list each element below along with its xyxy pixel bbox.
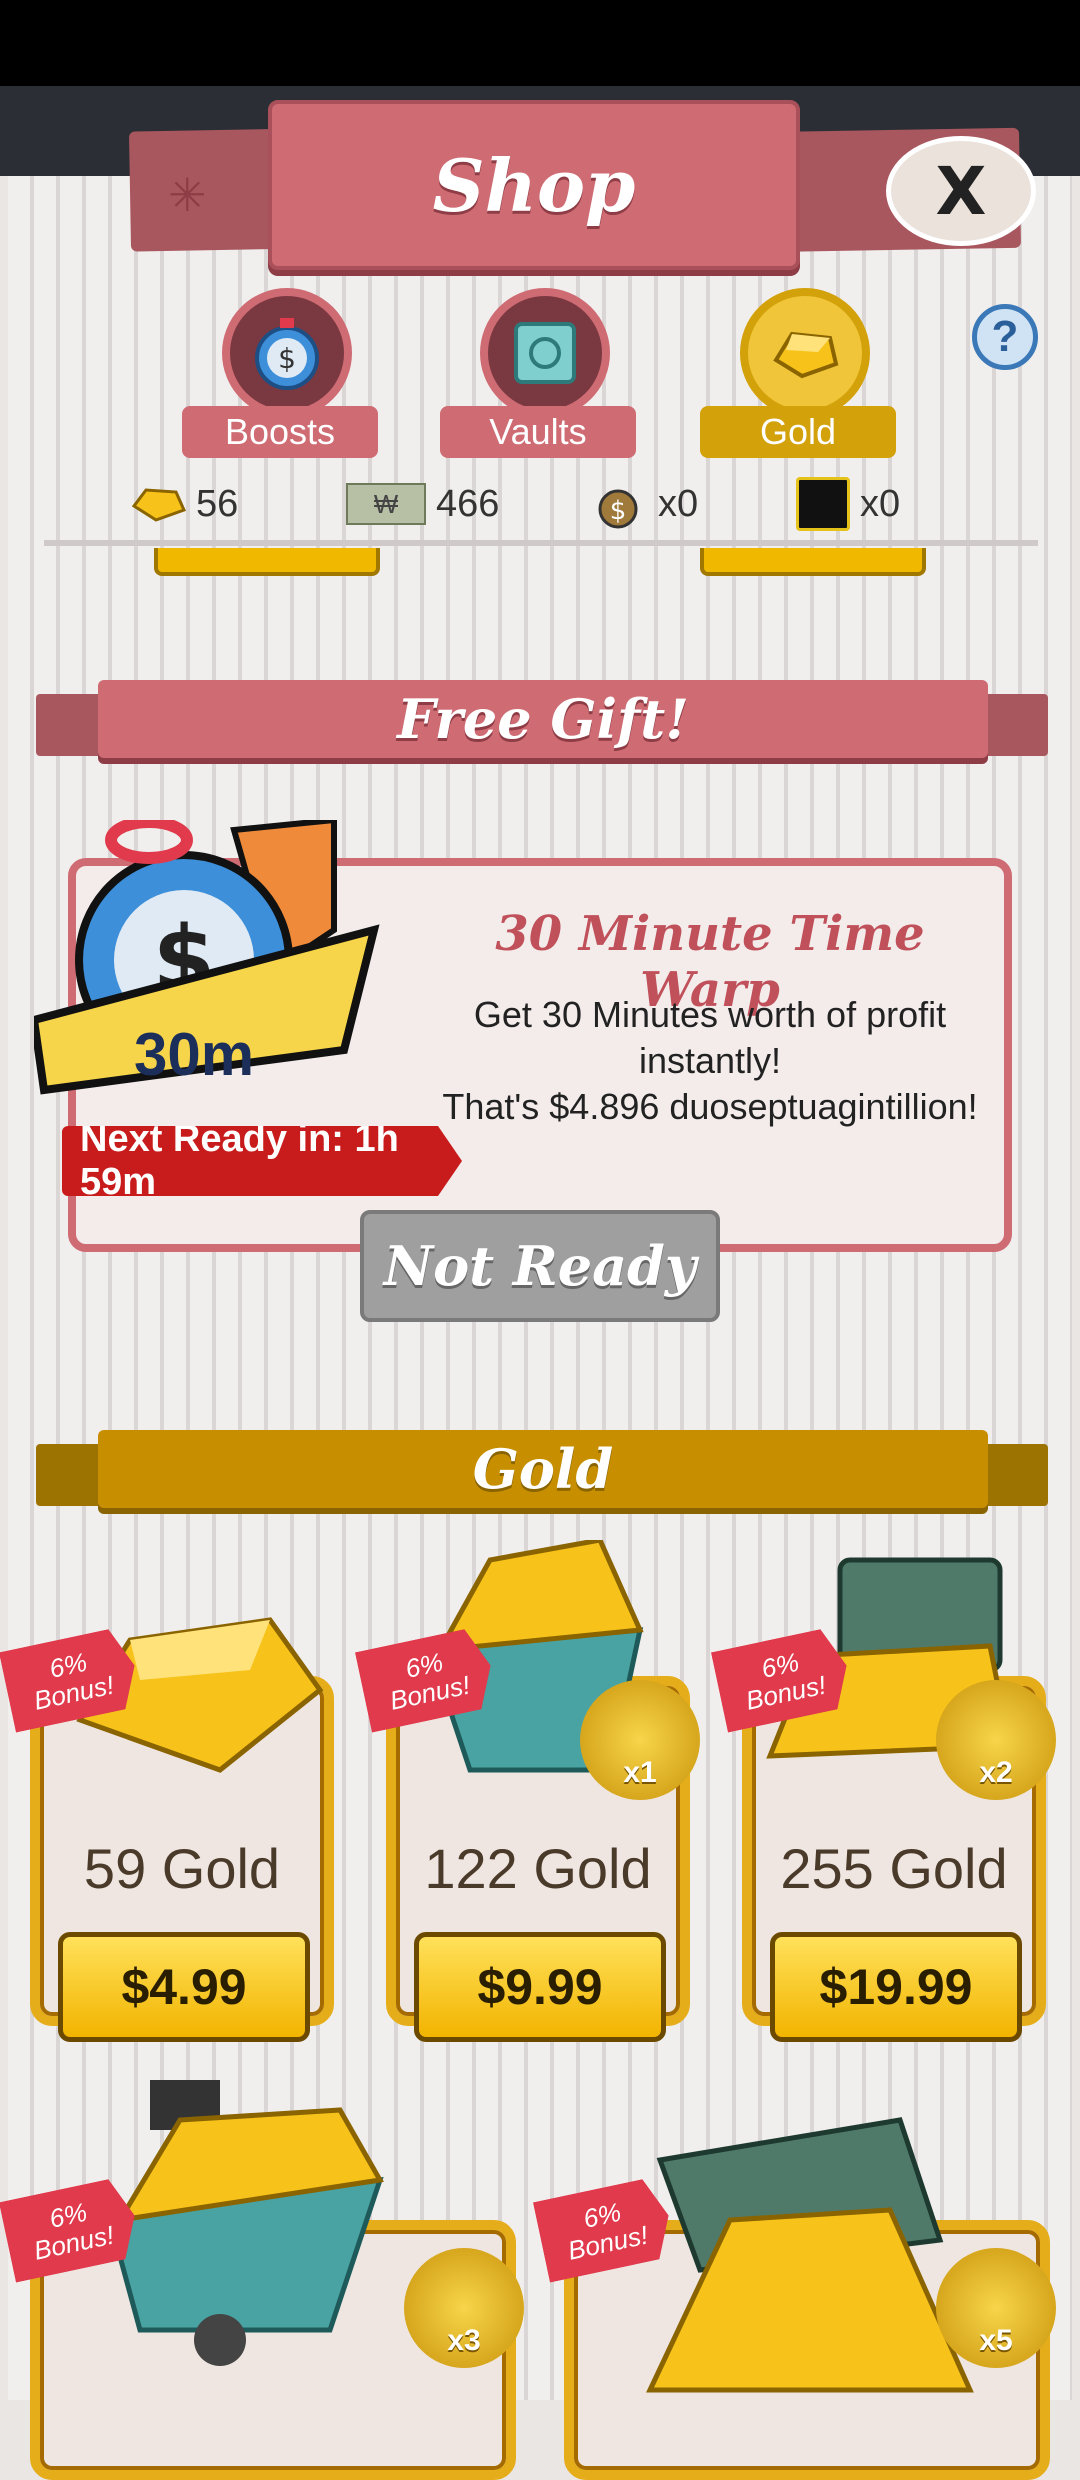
stopwatch-icon: $: [222, 288, 352, 418]
badge-icon: [796, 477, 850, 531]
svg-text:$: $: [278, 342, 296, 375]
gift-desc-line: Get 30 Minutes worth of profit: [473, 994, 947, 1035]
gold-amount: 59 Gold: [83, 1837, 281, 1900]
time-warp-duration: 30m: [134, 1021, 255, 1088]
tab-gold[interactable]: Gold: [700, 288, 896, 458]
close-icon: X: [935, 152, 987, 230]
gold-icon: [132, 484, 186, 524]
multiplier-badge: x1: [580, 1680, 700, 1800]
multiplier-badge: x5: [936, 2248, 1056, 2368]
bonus-label: Bonus!: [31, 2219, 117, 2266]
moneybag-icon: $: [594, 477, 648, 531]
bonus-label: Bonus!: [387, 1669, 473, 1716]
scrolled-button-edge: [700, 548, 926, 576]
multiplier-badge: x3: [404, 2248, 524, 2368]
shop-title-banner: Shop: [268, 100, 800, 270]
gold-icon: [740, 288, 870, 418]
tab-boosts[interactable]: $ Boosts: [182, 288, 378, 458]
gold-amount: 122 Gold: [424, 1837, 652, 1900]
currency-moneybag: $ x0: [594, 474, 698, 534]
tab-label: Boosts: [182, 406, 378, 458]
gift-desc-line: That's $4.896 duoseptuagintillion!: [442, 1086, 978, 1127]
buy-button[interactable]: $19.99: [770, 1932, 1022, 2042]
section-title: Free Gift!: [98, 680, 988, 758]
svg-text:$: $: [610, 496, 627, 526]
gold-header: Gold: [36, 1430, 1048, 1516]
page-title: Shop: [432, 142, 636, 228]
gold-wheelbarrow-icon: [100, 2070, 420, 2375]
sparkle-decoration-icon: ✳: [168, 168, 207, 222]
close-button[interactable]: X: [886, 136, 1036, 246]
currency-megabucks: ₩ 466: [346, 474, 499, 534]
help-button[interactable]: ?: [972, 304, 1038, 370]
bonus-label: Bonus!: [565, 2219, 651, 2266]
stopwatch-icon: $ 30m: [29, 816, 384, 1130]
not-ready-button[interactable]: Not Ready: [360, 1210, 720, 1322]
currency-value: x0: [860, 482, 901, 525]
gift-desc-line: instantly!: [638, 1040, 782, 1081]
scrolled-button-edge: [154, 548, 380, 576]
gift-description: Get 30 Minutes worth of profit instantly…: [430, 992, 990, 1130]
bonus-label: Bonus!: [31, 1669, 117, 1716]
buy-button[interactable]: $9.99: [414, 1932, 666, 2042]
currency-value: 56: [196, 482, 239, 525]
buy-button[interactable]: $4.99: [58, 1932, 310, 2042]
gold-treasure-icon: [640, 2100, 980, 2405]
next-ready-timer: Next Ready in: 1h 59m: [62, 1126, 462, 1196]
tab-label: Gold: [700, 406, 896, 458]
bonus-label: Bonus!: [743, 1669, 829, 1716]
tab-label: Vaults: [440, 406, 636, 458]
currency-value: x0: [658, 482, 699, 525]
megabucks-icon: ₩: [346, 483, 426, 525]
status-bar: [0, 0, 1080, 86]
currency-badge: x0: [796, 474, 900, 534]
vault-icon: [480, 288, 610, 418]
gold-amount: 255 Gold: [780, 1837, 1008, 1900]
divider: [44, 540, 1038, 546]
multiplier-badge: x2: [936, 1680, 1056, 1800]
tab-vaults[interactable]: Vaults: [440, 288, 636, 458]
currency-value: 466: [436, 482, 500, 525]
free-gift-header: Free Gift!: [36, 680, 1048, 766]
section-title: Gold: [98, 1430, 988, 1508]
help-icon: ?: [991, 312, 1019, 361]
currency-gold: 56: [132, 474, 238, 534]
